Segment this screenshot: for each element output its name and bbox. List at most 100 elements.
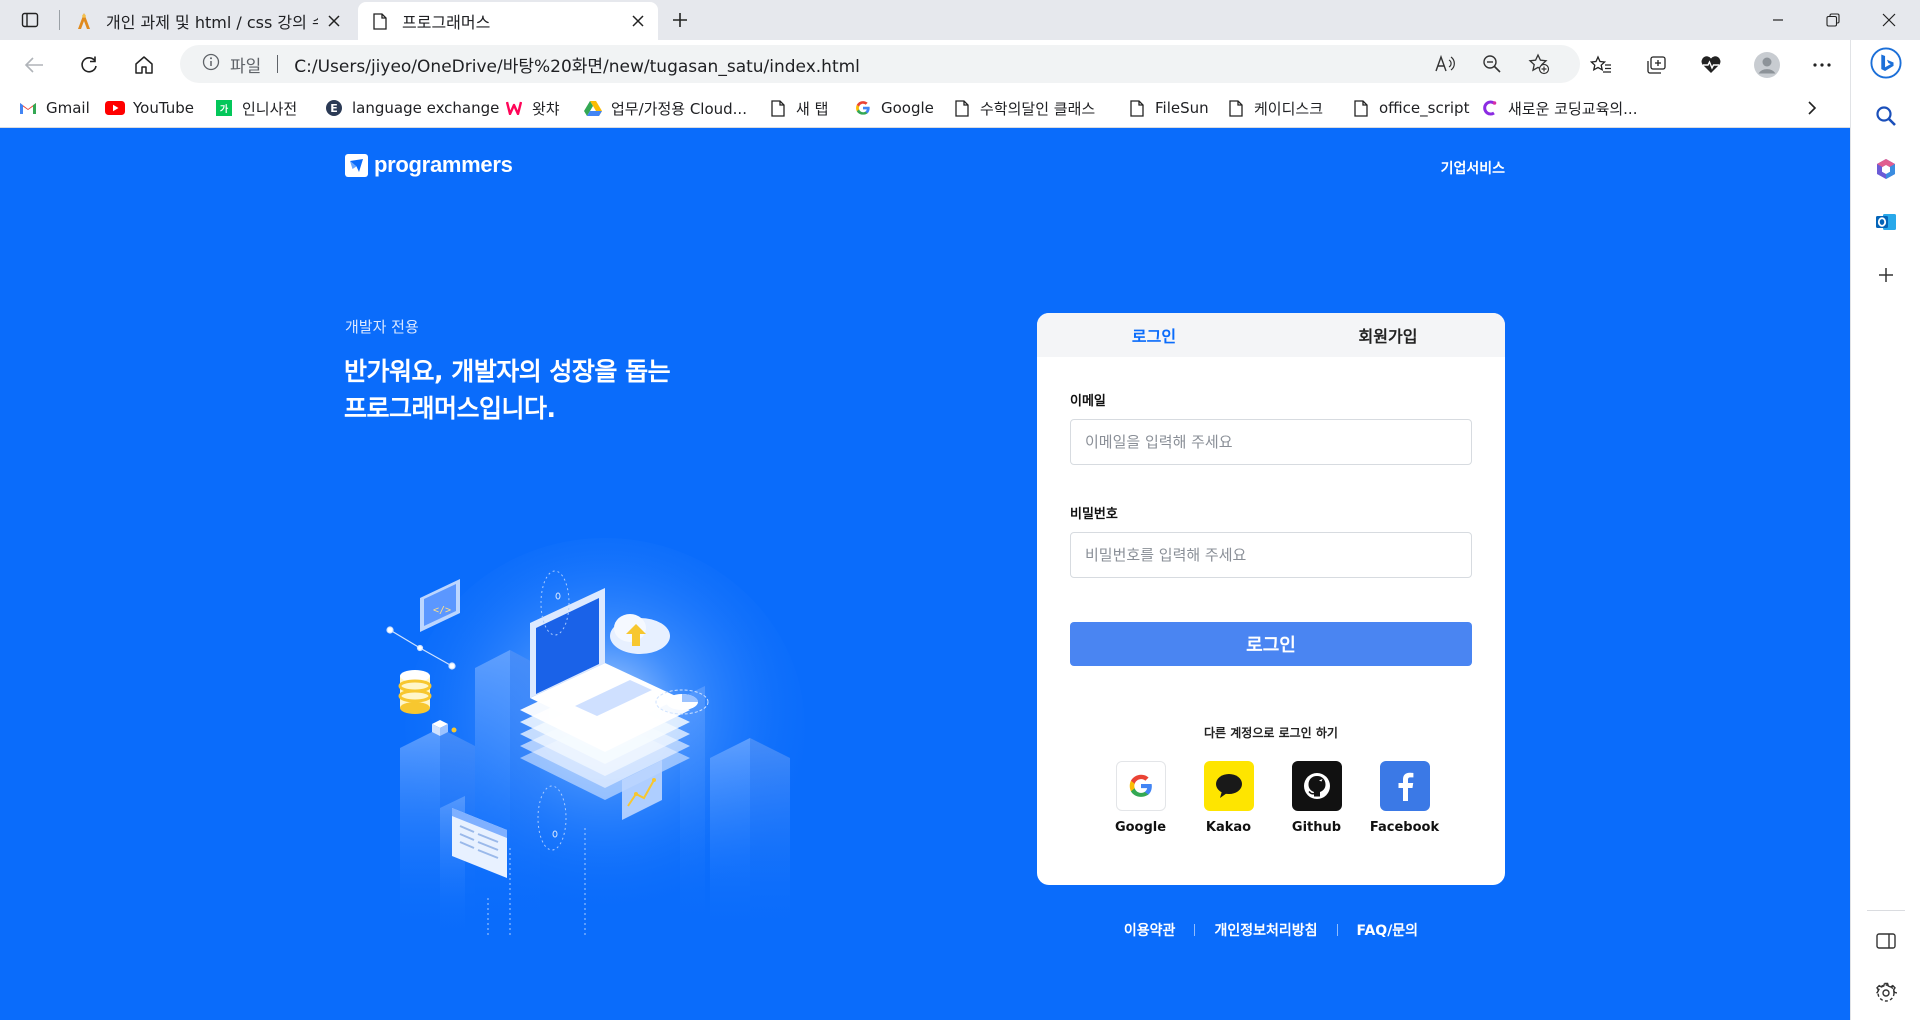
url-text[interactable]: C:/Users/jiyeo/OneDrive/바탕%20화면/new/tuga…	[294, 52, 860, 77]
svg-text:가: 가	[220, 103, 229, 115]
bookmark-google[interactable]: Google	[853, 96, 934, 120]
zoom-out-icon[interactable]	[1477, 49, 1507, 79]
faq-link[interactable]: FAQ/문의	[1357, 920, 1419, 940]
bookmark-math-class[interactable]: 수학의달인 클래스	[952, 96, 1095, 120]
login-card: 로그인 회원가입 이메일 비밀번호 로그인 다른 계정으로 로그인 하기 Goo…	[1037, 313, 1505, 885]
login-button[interactable]: 로그인	[1070, 622, 1472, 666]
chevron-right-icon[interactable]	[1800, 96, 1824, 120]
bookmark-youtube[interactable]: YouTube	[105, 96, 194, 120]
business-service-link[interactable]: 기업서비스	[1441, 158, 1505, 178]
eyebrow-text: 개발자 전용	[345, 318, 419, 336]
password-field[interactable]	[1070, 532, 1472, 578]
bookmark-language-exchange[interactable]: E language exchange	[324, 96, 499, 120]
settings-more-button[interactable]	[1806, 49, 1838, 81]
e-icon: E	[324, 98, 344, 118]
tab-login[interactable]: 로그인	[1037, 313, 1271, 357]
tab-signup[interactable]: 회원가입	[1271, 313, 1505, 357]
search-icon[interactable]	[1870, 100, 1902, 132]
bookmark-label: YouTube	[133, 99, 194, 117]
refresh-button[interactable]	[73, 49, 105, 81]
facebook-login-button[interactable]: Facebook	[1361, 761, 1449, 835]
new-tab-button[interactable]	[666, 6, 694, 34]
footer-divider	[1336, 924, 1338, 936]
address-bar[interactable]: 파일 C:/Users/jiyeo/OneDrive/바탕%20화면/new/t…	[180, 45, 1580, 83]
gear-icon[interactable]	[1870, 977, 1902, 1009]
back-button[interactable]	[18, 49, 50, 81]
github-icon	[1291, 761, 1342, 811]
office-icon[interactable]	[1870, 153, 1902, 185]
google-icon	[1115, 761, 1166, 811]
browser-tab-strip: 개인 과제 및 html / css 강의 수강 프로그래머스	[0, 0, 1920, 40]
footer-links: 이용약관 개인정보처리방침 FAQ/문의	[1037, 920, 1505, 940]
bing-chat-icon[interactable]	[1870, 47, 1902, 79]
social-login-list: Google Kakao Github Facebook	[1070, 761, 1472, 835]
footer-divider	[1194, 924, 1196, 936]
bookmark-label: 인니사전	[242, 99, 298, 118]
bookmark-filesun[interactable]: FileSun	[1127, 96, 1209, 120]
google-login-button[interactable]: Google	[1097, 761, 1185, 835]
email-field[interactable]	[1070, 419, 1472, 465]
scheme-label: 파일	[230, 56, 262, 77]
outlook-icon[interactable]	[1870, 206, 1902, 238]
developer-illustration: </>	[380, 518, 830, 938]
password-label: 비밀번호	[1070, 507, 1118, 522]
bookmark-label: 새 탭	[796, 99, 829, 118]
page-viewport: programmers 기업서비스 개발자 전용 반가워요, 개발자의 성장을 …	[0, 128, 1850, 1020]
privacy-link[interactable]: 개인정보처리방침	[1214, 920, 1317, 940]
bookmark-dictionary[interactable]: 가 인니사전	[214, 96, 297, 120]
hide-sidebar-icon[interactable]	[1870, 925, 1902, 957]
kakao-icon	[1203, 761, 1254, 811]
bookmark-label: office_script	[1379, 99, 1470, 117]
restore-button[interactable]	[1806, 0, 1860, 40]
tab-title: 프로그래머스	[402, 13, 491, 32]
tab-actions-icon[interactable]	[16, 6, 44, 34]
browser-essentials-button[interactable]	[1695, 49, 1727, 81]
gmail-icon	[18, 98, 38, 118]
page-favicon-icon	[370, 11, 390, 31]
info-icon[interactable]	[202, 53, 220, 75]
read-aloud-icon[interactable]	[1430, 49, 1460, 79]
bookmark-coding-education[interactable]: 새로운 코딩교육의...	[1480, 96, 1637, 120]
favorites-button[interactable]	[1585, 49, 1617, 81]
add-icon[interactable]	[1870, 259, 1902, 291]
minimize-button[interactable]	[1751, 0, 1805, 40]
bookmark-cloud[interactable]: 업무/가정용 Cloud...	[583, 96, 747, 120]
close-tab-icon[interactable]	[628, 11, 648, 31]
other-accounts-text: 다른 계정으로 로그인 하기	[1204, 726, 1338, 740]
page-icon	[1127, 98, 1147, 118]
tab-programmers[interactable]: 프로그래머스	[358, 2, 658, 40]
page-icon	[952, 98, 972, 118]
github-login-button[interactable]: Github	[1273, 761, 1361, 835]
profile-avatar[interactable]	[1751, 49, 1783, 81]
bookmark-new-tab[interactable]: 새 탭	[768, 96, 828, 120]
edge-sidebar	[1850, 40, 1920, 1020]
bookmark-kdisk[interactable]: 케이디스크	[1226, 96, 1323, 120]
google-icon	[853, 98, 873, 118]
close-tab-icon[interactable]	[324, 11, 344, 31]
social-name: Github	[1291, 820, 1342, 835]
page-icon	[768, 98, 788, 118]
coding-icon	[1480, 98, 1500, 118]
terms-link[interactable]: 이용약관	[1124, 920, 1176, 940]
headline-line-2: 프로그래머스입니다.	[344, 394, 556, 423]
home-button[interactable]	[128, 49, 160, 81]
tab-title: 개인 과제 및 html / css 강의 수강	[106, 13, 318, 32]
bookmarks-bar: Gmail YouTube 가 인니사전 E language exchange…	[0, 88, 1850, 128]
tab-separator	[59, 10, 60, 30]
bookmark-gmail[interactable]: Gmail	[18, 96, 90, 120]
tab-course[interactable]: 개인 과제 및 html / css 강의 수강	[62, 2, 354, 40]
kakao-login-button[interactable]: Kakao	[1185, 761, 1273, 835]
browser-toolbar: 파일 C:/Users/jiyeo/OneDrive/바탕%20화면/new/t…	[0, 40, 1920, 88]
programmers-logo[interactable]: programmers	[345, 152, 513, 178]
headline-line-1: 반가워요, 개발자의 성장을 돕는	[344, 357, 671, 386]
bookmark-label: 수학의달인 클래스	[980, 99, 1096, 118]
bookmark-watcha[interactable]: 왓챠	[504, 96, 560, 120]
dictionary-icon: 가	[214, 98, 234, 118]
add-favorite-icon[interactable]	[1524, 49, 1554, 79]
close-window-button[interactable]	[1862, 0, 1916, 40]
watcha-icon	[504, 98, 524, 118]
bookmark-label: FileSun	[1155, 99, 1209, 117]
bookmark-office-script[interactable]: office_script	[1351, 96, 1469, 120]
collections-button[interactable]	[1640, 49, 1672, 81]
bookmark-label: language exchange	[352, 99, 500, 117]
